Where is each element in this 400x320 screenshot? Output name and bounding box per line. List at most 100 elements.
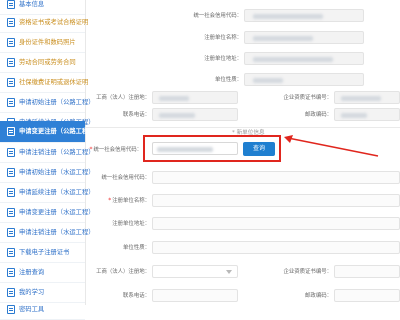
field-label: 注册单位名称： <box>204 35 242 41</box>
form-row: 联系电话： 邮政编码： <box>86 289 400 303</box>
sidebar-item-label: 社保缴费证明或退休证明 <box>19 79 89 86</box>
sidebar-item-cancel-reg-highway[interactable]: 申请注销注册（公路工程） <box>0 143 95 163</box>
new-unit-name-field[interactable] <box>152 194 400 207</box>
field-label: 单位性质： <box>215 77 242 83</box>
field-label: *统一社会信用代码： <box>89 143 142 157</box>
sidebar-item-initial-reg-highway[interactable]: 申请初始注册（公路工程） <box>0 93 95 113</box>
blurred-value <box>253 78 283 83</box>
blurred-value <box>341 113 367 118</box>
sidebar-item-label: 注册查询 <box>19 269 45 276</box>
field-label: 工商（法人）注册地： <box>96 269 150 275</box>
postcode-field <box>334 108 400 121</box>
sidebar-item-label: 申请初始注册（公路工程） <box>19 99 95 106</box>
new-enterprise-cert-field[interactable] <box>334 265 400 278</box>
sidebar-item-label: 申请注销注册（水运工程） <box>19 229 95 236</box>
legal-rep-field <box>152 91 238 104</box>
sidebar-item-label: 密码工具 <box>19 306 45 313</box>
field-label: 邮政编码： <box>305 293 332 299</box>
arrow-line <box>287 137 379 157</box>
sidebar-item-label: 申请注销注册（公路工程） <box>19 149 95 156</box>
sidebar-item-label: 劳动合同或劳务合同 <box>19 59 76 66</box>
form-row: 单位性质： <box>86 241 400 255</box>
form-row: 注册单位地址： <box>86 217 400 231</box>
document-icon <box>7 228 15 237</box>
field-label: 统一社会信用代码： <box>193 13 242 19</box>
sidebar-item-renewal-reg-water[interactable]: 申请延续注册（水运工程） <box>0 183 95 203</box>
download-icon <box>7 248 15 257</box>
form-row: 工商（法人）注册地： 企业资质证书编号： <box>86 265 400 279</box>
field-label: 工商（法人）注册地： <box>96 95 150 101</box>
new-credit-code-field[interactable] <box>152 171 400 184</box>
document-icon <box>7 58 15 67</box>
new-contact-phone-field[interactable] <box>152 289 238 302</box>
field-label: 企业资质证书编号： <box>283 269 332 275</box>
form-row: 联系电话： 邮政编码： <box>86 108 400 122</box>
field-label: 注册单位地址： <box>112 221 150 227</box>
document-icon <box>7 148 15 157</box>
sidebar-item-change-reg-highway[interactable]: 申请变更注册（公路工程） <box>0 121 95 143</box>
sidebar-item-label: 申请变更注册（水运工程） <box>19 209 95 216</box>
document-icon <box>7 0 15 9</box>
sidebar-item-label: 身份证件和数码照片 <box>19 39 76 46</box>
sidebar-item-labor-contract[interactable]: 劳动合同或劳务合同 <box>0 53 85 73</box>
unit-address-field <box>244 52 364 65</box>
sidebar-item-id-photo[interactable]: 身份证件和数码照片 <box>0 33 85 53</box>
annotation-arrow <box>284 135 379 157</box>
credit-code-query-input[interactable] <box>152 142 238 155</box>
form-row: 注册单位地址： <box>86 52 400 66</box>
new-unit-nature-field[interactable] <box>152 241 400 254</box>
form-row: 单位性质： <box>86 73 400 87</box>
sidebar-item-reg-query[interactable]: 注册查询 <box>0 263 85 283</box>
sidebar-item-change-reg-water[interactable]: 申请变更注册（水运工程） <box>0 203 95 223</box>
new-unit-address-field[interactable] <box>152 217 400 230</box>
credit-code-field <box>244 9 364 22</box>
sidebar-item-qualification-cert[interactable]: 资格证书或考试合格证明 <box>0 13 89 33</box>
document-icon <box>7 78 15 87</box>
field-label: 企业资质证书编号： <box>283 95 332 101</box>
field-label: *注册单位名称： <box>108 194 150 208</box>
field-label: 联系电话： <box>123 293 150 299</box>
field-label: 注册单位地址： <box>204 56 242 62</box>
sidebar-item-initial-reg-water[interactable]: 申请初始注册（水运工程） <box>0 163 95 183</box>
enterprise-cert-field <box>334 91 400 104</box>
form-row: 统一社会信用代码： <box>86 9 400 23</box>
registration-form: 统一社会信用代码： 注册单位名称： 注册单位地址： 单位性质： 工商（法人）注册… <box>86 0 400 303</box>
field-label: 联系电话： <box>123 112 150 118</box>
key-icon <box>7 305 15 314</box>
new-legal-rep-select[interactable] <box>152 265 238 278</box>
new-postcode-field[interactable] <box>334 289 400 302</box>
blurred-value <box>157 147 213 152</box>
field-label-text: 统一社会信用代码： <box>93 147 142 153</box>
book-icon <box>7 288 15 297</box>
sidebar-item-label: 资格证书或考试合格证明 <box>19 19 89 26</box>
document-icon <box>7 188 15 197</box>
sidebar-item-password-tool[interactable]: 密码工具 <box>0 300 85 320</box>
sidebar-item-social-security[interactable]: 社保缴费证明或退休证明 <box>0 73 89 93</box>
blurred-value <box>159 96 189 101</box>
query-button[interactable]: 查询 <box>243 142 275 156</box>
field-label: 单位性质： <box>123 245 150 251</box>
form-row: 工商（法人）注册地： 企业资质证书编号： <box>86 91 400 105</box>
sidebar-item-download-cert[interactable]: 下载电子注册证书 <box>0 243 85 263</box>
search-icon <box>7 268 15 277</box>
contact-phone-field <box>152 108 238 121</box>
sidebar-item-cancel-reg-water[interactable]: 申请注销注册（水运工程） <box>0 223 95 243</box>
document-icon <box>7 208 15 217</box>
sidebar-item-label: 申请初始注册（水运工程） <box>19 169 95 176</box>
document-icon <box>7 168 15 177</box>
sidebar-item-label: 申请延续注册（水运工程） <box>19 189 95 196</box>
field-label: 邮政编码： <box>305 112 332 118</box>
document-icon <box>7 127 15 136</box>
unit-name-field <box>244 31 364 44</box>
blurred-value <box>253 36 313 41</box>
blurred-value <box>341 96 381 101</box>
required-mark: * <box>108 197 112 204</box>
form-row: 统一社会信用代码： <box>86 171 400 185</box>
sidebar-nav: 基本信息 资格证书或考试合格证明 身份证件和数码照片 劳动合同或劳务合同 社保缴… <box>0 0 95 320</box>
sidebar-item-label: 申请变更注册（公路工程） <box>19 128 95 135</box>
document-icon <box>7 38 15 47</box>
document-icon <box>7 98 15 107</box>
field-label-text: 注册单位名称： <box>112 198 150 204</box>
blurred-value <box>159 113 195 118</box>
blurred-value <box>253 57 333 62</box>
